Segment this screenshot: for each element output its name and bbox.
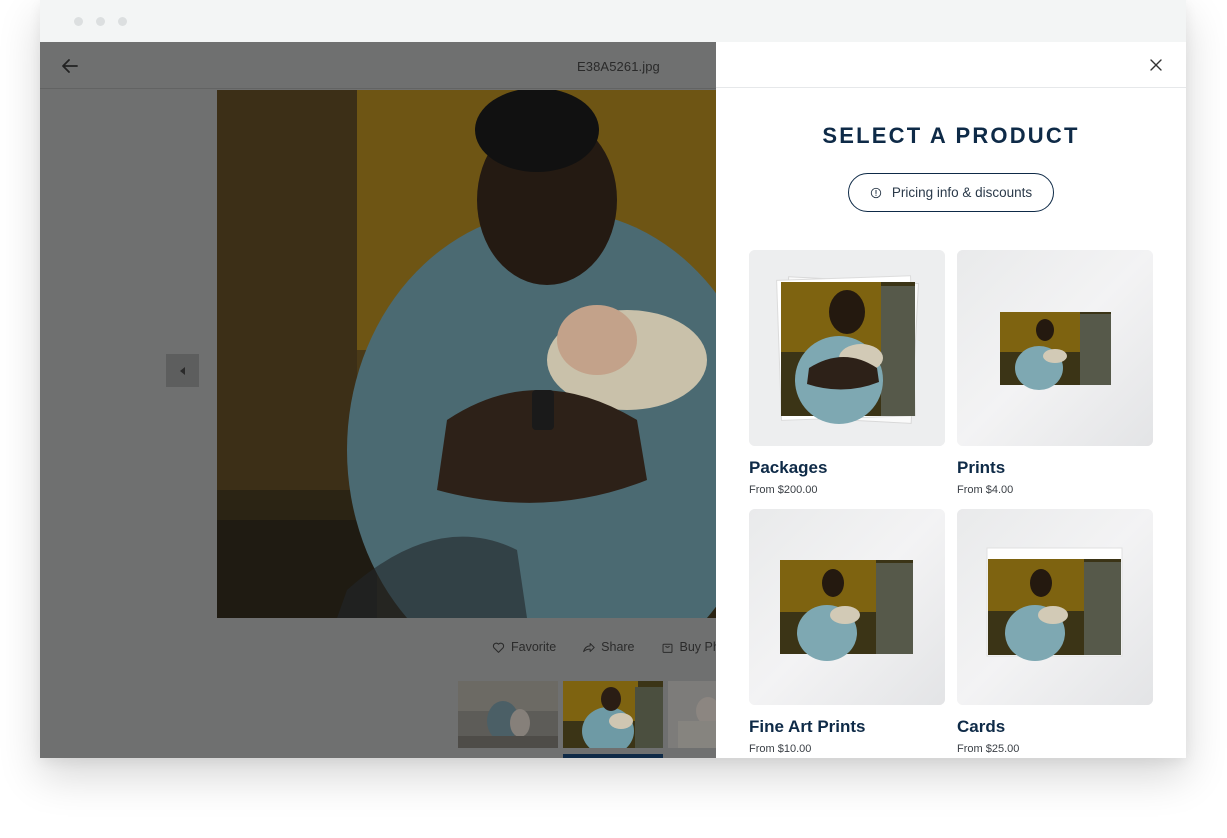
product-price: From $200.00 [749,484,818,496]
product-image [749,250,945,446]
product-name: Packages [749,458,828,477]
product-name: Fine Art Prints [749,717,866,736]
buy-photo-button[interactable]: Buy Ph [661,640,716,654]
thumbnail[interactable] [458,681,558,748]
product-image [957,509,1153,705]
thumbnail-strip [458,681,716,748]
thumbnail[interactable] [668,681,716,748]
window-titlebar [40,0,1186,42]
product-name: Prints [957,458,1006,477]
photo-actions: Favorite Share Buy Ph [492,640,716,654]
share-icon [583,642,595,652]
thumbnail-selected[interactable] [563,681,663,748]
product-price: From $10.00 [749,743,812,755]
favorite-label: Favorite [511,640,557,654]
panel-header [716,42,1186,88]
product-card-cards[interactable]: Cards From $25.00 [957,509,1153,755]
buy-photo-label: Buy Ph [679,640,716,654]
photo-filename: E38A5261.jpg [577,59,660,74]
caret-left-icon [179,366,185,375]
pricing-info-button[interactable]: Pricing info & discounts [848,173,1054,212]
product-panel: SELECT A PRODUCT Pricing info & discount… [716,42,1186,758]
info-icon [870,187,882,198]
window-dot-maximize[interactable] [118,17,127,26]
shopping-bag-icon [662,643,672,653]
main-photo [217,90,716,618]
favorite-button[interactable]: Favorite [492,640,556,654]
heart-icon [492,642,505,653]
product-image [749,509,945,705]
pricing-info-label: Pricing info & discounts [891,185,1033,200]
previous-photo-button[interactable] [166,354,199,387]
product-card-prints[interactable]: Prints From $4.00 [957,250,1153,496]
window-dot-minimize[interactable] [96,17,105,26]
product-card-packages[interactable]: Packages From $200.00 [749,250,945,496]
share-label: Share [601,640,635,654]
photo-viewer: E38A5261.jpg Favorite Share Buy Ph [40,42,716,758]
window-dot-close[interactable] [74,17,83,26]
close-icon[interactable] [1146,55,1166,75]
panel-title: SELECT A PRODUCT [822,123,1080,148]
product-card-fine-art-prints[interactable]: Fine Art Prints From $10.00 [749,509,945,755]
product-image [957,250,1153,446]
product-price: From $4.00 [957,484,1014,496]
thumbnail-active-indicator [563,754,663,758]
app-window: E38A5261.jpg Favorite Share Buy Ph SELEC… [40,0,1186,758]
share-button[interactable]: Share [582,640,635,654]
viewer-header: E38A5261.jpg [40,42,716,89]
product-name: Cards [957,717,1006,736]
product-price: From $25.00 [957,743,1020,755]
back-arrow-icon[interactable] [58,54,82,78]
